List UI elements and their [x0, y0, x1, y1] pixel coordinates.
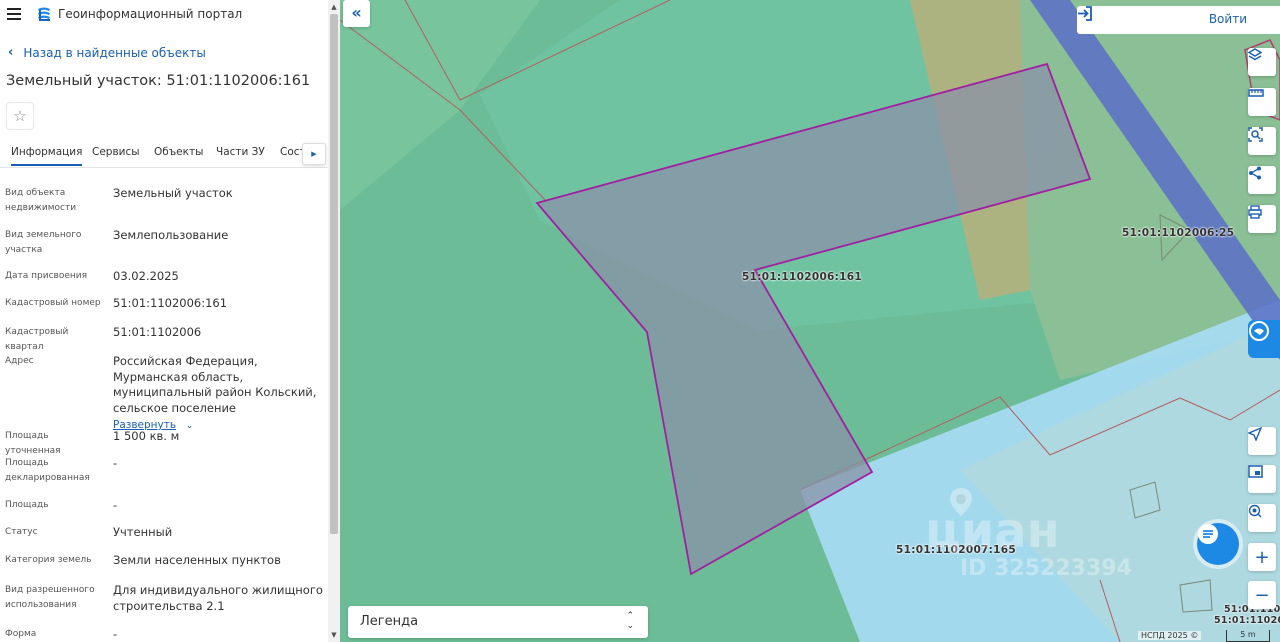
select-area-icon — [1248, 127, 1263, 142]
prop-value: Российская Федерация, Мурманская область… — [113, 354, 323, 435]
prop-label: Вид земельного участка — [5, 230, 82, 255]
prop-value: Землепользование — [113, 228, 229, 242]
tab-bar: Информация Сервисы Объекты Части ЗУ Сост… — [0, 140, 328, 168]
side-widget-tab[interactable] — [1248, 320, 1280, 358]
area-select-button[interactable] — [1248, 127, 1276, 155]
menu-icon[interactable] — [7, 8, 21, 20]
prop-label: Площадь — [5, 500, 49, 510]
zoom-to-object-button[interactable] — [1248, 504, 1276, 532]
back-to-results-link[interactable]: ‹ Назад в найденные объекты — [8, 45, 206, 60]
scroll-down-icon[interactable]: ▼ — [330, 630, 338, 640]
portal-logo-icon — [38, 7, 50, 21]
star-icon: ☆ — [13, 107, 27, 125]
chat-button[interactable] — [1197, 523, 1239, 565]
prop-value: - — [113, 456, 118, 470]
prop-value: 51:01:1102006:161 — [113, 296, 228, 310]
tab-services[interactable]: Сервисы — [92, 146, 140, 158]
map-canvas[interactable]: 51:01:1102006:161 51:01:1102006:25 51:01… — [340, 0, 1280, 642]
tab-parts[interactable]: Части ЗУ — [216, 146, 265, 158]
geolocate-button[interactable] — [1248, 427, 1276, 455]
prop-label: Вид разрешенного использования — [5, 585, 95, 610]
tabs-scroll-right-button[interactable]: ▶ — [302, 143, 326, 165]
tab-info[interactable]: Информация — [11, 146, 83, 166]
prop-label: Форма собственности — [5, 629, 37, 639]
double-chevron-left-icon: « — [351, 3, 362, 22]
back-link-label: Назад в найденные объекты — [23, 45, 206, 60]
scroll-up-icon[interactable]: ▲ — [330, 2, 338, 12]
parcel-label-edge-2[interactable]: 51:01:11020 — [1214, 615, 1280, 626]
legend-label: Легенда — [360, 614, 419, 629]
prop-label: Категория земель — [5, 555, 92, 565]
parcel-label-selected[interactable]: 51:01:1102006:161 — [742, 271, 862, 283]
tab-objects[interactable]: Объекты — [154, 146, 203, 158]
share-button[interactable] — [1248, 166, 1276, 194]
panel-content: Геоинформационный портал ‹ Назад в найде… — [0, 0, 328, 642]
prop-label: Адрес — [5, 356, 34, 366]
scale-bar: 5 m — [1226, 630, 1270, 642]
chat-icon — [1198, 524, 1218, 544]
print-button[interactable] — [1248, 205, 1276, 233]
prop-label: Площадь уточненная — [5, 431, 61, 456]
prop-label: Кадастровый квартал — [5, 327, 69, 352]
portal-title: Геоинформационный портал — [58, 7, 243, 21]
watermark-id: ID 325223394 — [960, 556, 1132, 581]
panel-scrollbar[interactable]: ▲ ▼ — [328, 0, 340, 642]
prop-value: Для индивидуального жилищного строительс… — [113, 583, 323, 613]
chat-bubble-icon — [1249, 321, 1269, 341]
navigation-arrow-icon — [1248, 427, 1262, 441]
info-panel: Геоинформационный портал ‹ Назад в найде… — [0, 0, 340, 642]
minus-icon: − — [1254, 584, 1270, 606]
layers-icon — [1248, 48, 1262, 61]
prop-value: 03.02.2025 — [113, 269, 179, 283]
login-icon — [1078, 6, 1092, 21]
map-layers — [340, 0, 1280, 642]
prop-value: Земельный участок — [113, 186, 233, 200]
prop-value: - — [113, 627, 118, 641]
top-bar: Геоинформационный портал — [0, 0, 328, 30]
prop-value: 1 500 кв. м — [113, 429, 180, 443]
prop-label: Дата присвоения — [5, 271, 88, 281]
legend-select[interactable]: Легенда ⌃ ⌄ — [348, 606, 648, 638]
prop-value: Земли населенных пунктов — [113, 553, 281, 567]
layers-button[interactable] — [1248, 48, 1276, 76]
parcel-label-25[interactable]: 51:01:1102006:25 — [1122, 227, 1234, 239]
minimap-button[interactable] — [1248, 465, 1276, 493]
zoom-out-button[interactable]: − — [1248, 581, 1276, 609]
printer-icon — [1248, 205, 1262, 219]
share-icon — [1249, 166, 1261, 180]
zoom-in-button[interactable]: + — [1248, 543, 1276, 571]
minimap-icon — [1248, 465, 1263, 478]
measure-button[interactable] — [1248, 88, 1276, 116]
prop-value: 51:01:1102006 — [113, 325, 202, 339]
prop-label: Площадь декларированная — [5, 458, 90, 483]
prop-value: Учтенный — [113, 525, 173, 539]
page-title: Земельный участок: 51:01:1102006:161 — [6, 73, 311, 89]
prop-value: - — [113, 498, 118, 512]
prop-label: Вид объекта недвижимости — [5, 188, 77, 213]
ruler-icon — [1248, 89, 1264, 97]
prop-label: Кадастровый номер — [5, 298, 101, 308]
caret-right-icon: ▶ — [311, 150, 317, 158]
collapse-panel-button[interactable]: « — [343, 0, 370, 27]
address-text: Российская Федерация, Мурманская область… — [113, 354, 317, 415]
plus-icon: + — [1254, 546, 1270, 568]
scroll-thumb[interactable] — [330, 14, 338, 534]
login-label: Войти — [1208, 12, 1247, 26]
chevron-updown-icon: ⌃ ⌄ — [626, 611, 634, 631]
prop-label: Статус — [5, 527, 38, 537]
chevron-left-icon: ‹ — [8, 45, 14, 60]
login-button[interactable]: Войти — [1077, 6, 1280, 34]
zoom-target-icon — [1248, 504, 1262, 518]
favorite-button[interactable]: ☆ — [6, 102, 34, 130]
watermark-logo: циан — [925, 503, 1060, 559]
map-attribution: НСПД 2025 © — [1138, 631, 1202, 640]
